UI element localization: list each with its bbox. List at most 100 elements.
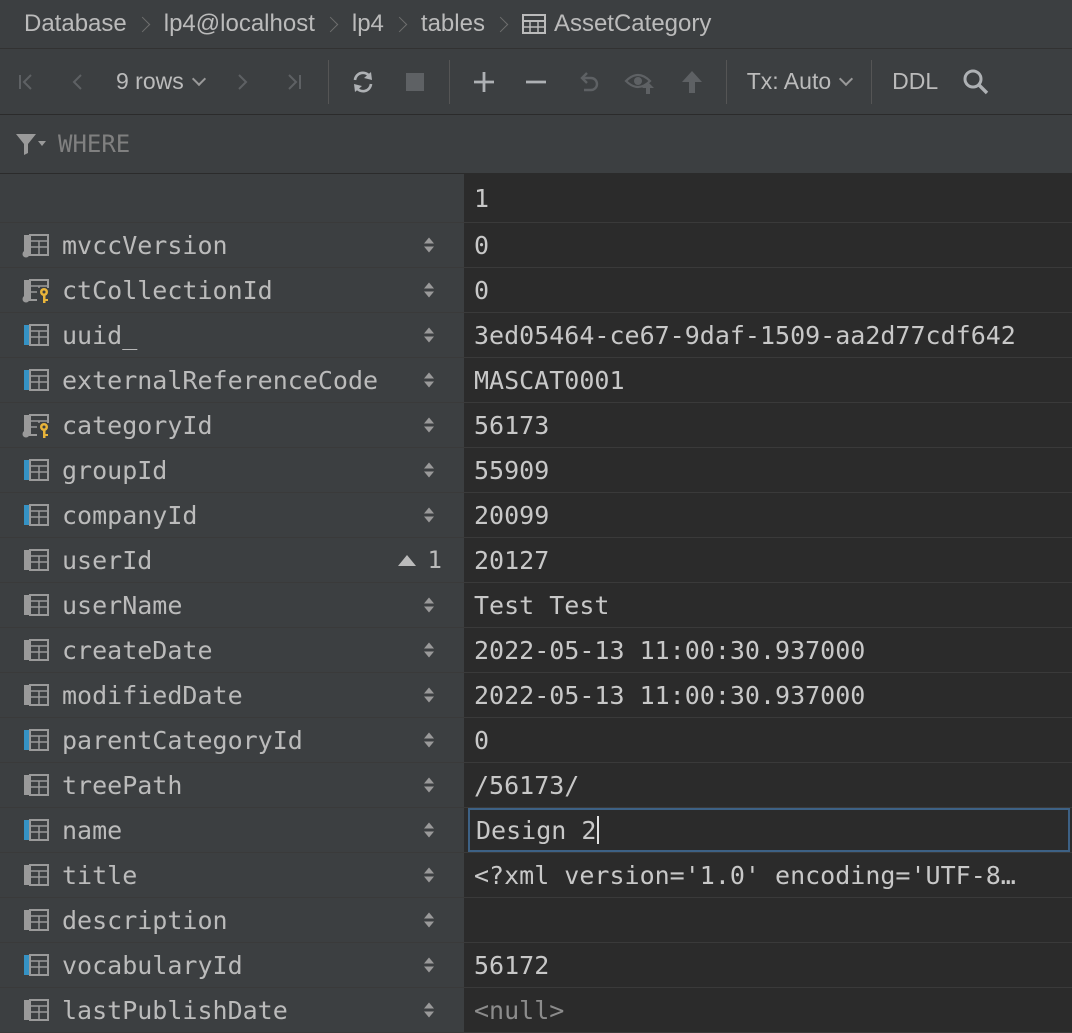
- column-name: name: [62, 815, 123, 845]
- text-caret: [597, 816, 600, 844]
- search-button[interactable]: [950, 60, 1002, 104]
- sort-up-arrow: [424, 912, 434, 919]
- value-cell[interactable]: 3ed05464-ce67-9daf-1509-aa2d77cdf642: [466, 313, 1072, 357]
- sort-toggle-icon[interactable]: [424, 282, 434, 298]
- sort-toggle-icon[interactable]: [424, 372, 434, 388]
- column-name-cell[interactable]: createDate: [0, 628, 466, 672]
- value-cell[interactable]: /56173/: [466, 763, 1072, 807]
- breadcrumb-item[interactable]: tables: [421, 10, 485, 38]
- breadcrumb-item[interactable]: AssetCategory: [521, 10, 711, 38]
- column-name-cell[interactable]: parentCategoryId: [0, 718, 466, 762]
- value-cell[interactable]: MASCAT0001: [466, 358, 1072, 402]
- sort-toggle-icon[interactable]: [424, 417, 434, 433]
- sort-toggle-icon[interactable]: [424, 1002, 434, 1018]
- arrow-up-icon: [681, 70, 702, 93]
- value-text: MASCAT0001: [474, 365, 625, 395]
- revert-button[interactable]: [562, 60, 614, 104]
- value-editor[interactable]: Design 2: [468, 808, 1070, 852]
- value-cell[interactable]: 0: [466, 718, 1072, 762]
- refresh-button[interactable]: [337, 60, 389, 104]
- record-number[interactable]: 1: [466, 174, 1072, 222]
- column-name-cell[interactable]: modifiedDate: [0, 673, 466, 717]
- stop-button[interactable]: [389, 60, 441, 104]
- ddl-button[interactable]: DDL: [880, 68, 950, 95]
- column-name-cell[interactable]: name: [0, 808, 466, 852]
- column-name-cell[interactable]: userName: [0, 583, 466, 627]
- submit-button[interactable]: [666, 60, 718, 104]
- sort-toggle-icon[interactable]: [424, 642, 434, 658]
- sort-toggle-icon[interactable]: [424, 687, 434, 703]
- breadcrumb-item[interactable]: lp4@localhost: [164, 10, 315, 38]
- previous-page-button[interactable]: [52, 60, 104, 104]
- sort-ascending-indicator[interactable]: 1: [397, 546, 442, 574]
- value-cell[interactable]: 56173: [466, 403, 1072, 447]
- refresh-icon: [353, 71, 373, 92]
- sort-up-arrow: [424, 732, 434, 739]
- value-text: <null>: [474, 995, 565, 1025]
- sort-up-arrow: [424, 507, 434, 514]
- value-cell[interactable]: 0: [466, 268, 1072, 312]
- column-name-cell[interactable]: description: [0, 898, 466, 942]
- breadcrumb-item[interactable]: Database: [24, 10, 127, 38]
- sort-toggle-icon[interactable]: [424, 777, 434, 793]
- value-cell[interactable]: 2022-05-13 11:00:30.937000: [466, 673, 1072, 717]
- transaction-mode-dropdown[interactable]: Tx: Auto: [735, 68, 863, 95]
- preview-changes-button[interactable]: [614, 60, 666, 104]
- column-name-cell[interactable]: externalReferenceCode: [0, 358, 466, 402]
- value-cell[interactable]: 20127: [466, 538, 1072, 582]
- breadcrumb-item[interactable]: lp4: [352, 10, 384, 38]
- toolbar-separator: [871, 59, 873, 104]
- value-cell[interactable]: Test Test: [466, 583, 1072, 627]
- column-name: lastPublishDate: [62, 995, 288, 1025]
- column-name-cell[interactable]: groupId: [0, 448, 466, 492]
- sort-toggle-icon[interactable]: [424, 462, 434, 478]
- column-row-categoryId: categoryId 56173: [0, 403, 1072, 448]
- sort-toggle-icon[interactable]: [424, 867, 434, 883]
- column-name-cell[interactable]: uuid_: [0, 313, 466, 357]
- sort-down-arrow: [424, 921, 434, 928]
- column-name-cell[interactable]: ctCollectionId: [0, 268, 466, 312]
- column-name-cell[interactable]: treePath: [0, 763, 466, 807]
- sort-toggle-icon[interactable]: [424, 957, 434, 973]
- sort-toggle-icon[interactable]: [424, 597, 434, 613]
- column-name-cell[interactable]: title: [0, 853, 466, 897]
- value-cell[interactable]: 56172: [466, 943, 1072, 987]
- column-row-ctCollectionId: ctCollectionId 0: [0, 268, 1072, 313]
- value-cell[interactable]: 0: [466, 223, 1072, 267]
- value-text: 0: [474, 275, 490, 305]
- sort-toggle-icon[interactable]: [424, 237, 434, 253]
- sort-toggle-icon[interactable]: [424, 912, 434, 928]
- sort-toggle-icon[interactable]: [424, 822, 434, 838]
- sort-toggle-icon[interactable]: [424, 327, 434, 343]
- where-filter-bar[interactable]: WHERE: [0, 115, 1072, 174]
- column-name-cell[interactable]: vocabularyId: [0, 943, 466, 987]
- breadcrumb-label: lp4: [351, 10, 384, 37]
- filter-icon[interactable]: [14, 131, 48, 157]
- first-page-button[interactable]: [0, 60, 52, 104]
- value-cell[interactable]: 2022-05-13 11:00:30.937000: [466, 628, 1072, 672]
- column-icon: [24, 549, 49, 571]
- value-cell[interactable]: 55909: [466, 448, 1072, 492]
- plus-icon: [473, 71, 494, 92]
- column-name-cell[interactable]: companyId: [0, 493, 466, 537]
- next-page-button[interactable]: [216, 60, 268, 104]
- sort-toggle-icon[interactable]: [424, 732, 434, 748]
- rows-dropdown[interactable]: 9 rows: [104, 68, 216, 95]
- value-cell[interactable]: 20099: [466, 493, 1072, 537]
- last-page-button[interactable]: [268, 60, 320, 104]
- sort-toggle-icon[interactable]: [424, 507, 434, 523]
- column-name-cell[interactable]: mvccVersion: [0, 223, 466, 267]
- column-name-cell[interactable]: userId 1: [0, 538, 466, 582]
- value-cell[interactable]: <?xml version='1.0' encoding='UTF-8…: [466, 853, 1072, 897]
- add-row-button[interactable]: [458, 60, 510, 104]
- value-cell[interactable]: [466, 898, 1072, 942]
- delete-row-button[interactable]: [510, 60, 562, 104]
- column-name-cell[interactable]: lastPublishDate: [0, 988, 466, 1032]
- column-name-cell[interactable]: categoryId: [0, 403, 466, 447]
- sort-down-arrow: [424, 966, 434, 973]
- sort-down-arrow: [424, 876, 434, 883]
- sort-up-arrow: [424, 1002, 434, 1009]
- column-row-parentCategoryId: parentCategoryId 0: [0, 718, 1072, 763]
- value-cell[interactable]: <null>: [466, 988, 1072, 1032]
- column-icon: [24, 639, 49, 661]
